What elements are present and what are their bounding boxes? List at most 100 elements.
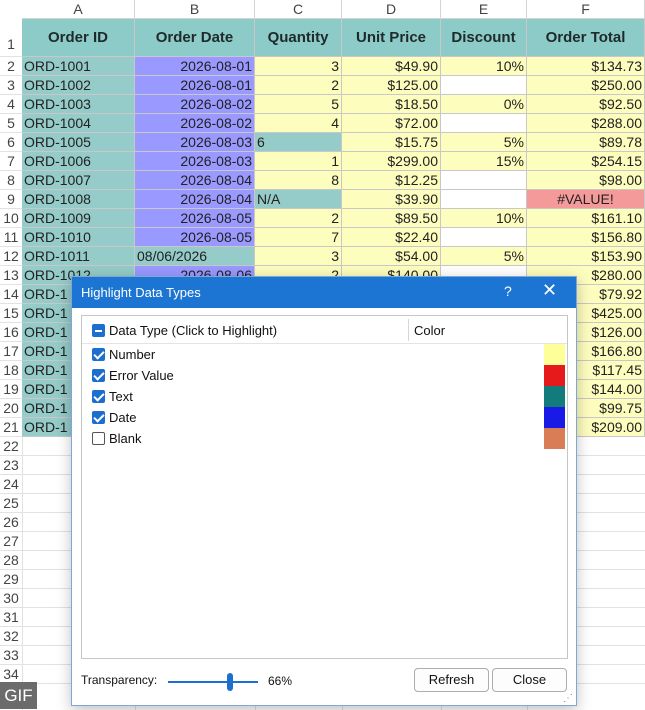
header-cell-f[interactable]: Order Total [527,19,645,57]
column-header-c[interactable]: C [255,0,342,19]
cell-f5[interactable]: $288.00 [527,114,645,133]
header-cell-a[interactable]: Order ID [22,19,135,57]
cell-e9[interactable] [441,190,527,209]
cell-a7[interactable]: ORD-1006 [22,152,135,171]
row-header-5[interactable]: 5 [0,114,22,133]
header-cell-b[interactable]: Order Date [135,19,255,57]
cell-f12[interactable]: $153.90 [527,247,645,266]
row-header-24[interactable]: 24 [0,475,22,494]
data-type-label[interactable]: Number [109,347,155,362]
cell-c3[interactable]: 2 [255,76,342,95]
row-header-23[interactable]: 23 [0,456,22,475]
cell-d12[interactable]: $54.00 [342,247,441,266]
cell-d5[interactable]: $72.00 [342,114,441,133]
row-header-7[interactable]: 7 [0,152,22,171]
row-header-4[interactable]: 4 [0,95,22,114]
transparency-slider-thumb[interactable] [227,673,234,691]
cell-b2[interactable]: 2026-08-01 [135,57,255,76]
row-header-21[interactable]: 21 [0,418,22,437]
cell-e6[interactable]: 5% [441,133,527,152]
data-type-label[interactable]: Error Value [109,368,174,383]
cell-c8[interactable]: 8 [255,171,342,190]
row-header-30[interactable]: 30 [0,589,22,608]
cell-a11[interactable]: ORD-1010 [22,228,135,247]
cell-f2[interactable]: $134.73 [527,57,645,76]
cell-a5[interactable]: ORD-1004 [22,114,135,133]
cell-c4[interactable]: 5 [255,95,342,114]
row-header-14[interactable]: 14 [0,285,22,304]
cell-f7[interactable]: $254.15 [527,152,645,171]
data-type-checkbox[interactable] [92,411,105,424]
data-type-item[interactable]: Text [82,386,567,407]
cell-e3[interactable] [441,76,527,95]
row-header-31[interactable]: 31 [0,608,22,627]
cell-a9[interactable]: ORD-1008 [22,190,135,209]
header-cell-e[interactable]: Discount [441,19,527,57]
row-header-13[interactable]: 13 [0,266,22,285]
cell-a10[interactable]: ORD-1009 [22,209,135,228]
cell-a2[interactable]: ORD-1001 [22,57,135,76]
cell-f8[interactable]: $98.00 [527,171,645,190]
cell-e4[interactable]: 0% [441,95,527,114]
cell-b9[interactable]: 2026-08-04 [135,190,255,209]
cell-d4[interactable]: $18.50 [342,95,441,114]
cell-b5[interactable]: 2026-08-02 [135,114,255,133]
data-type-item[interactable]: Blank [82,428,567,449]
data-type-checkbox[interactable] [92,432,105,445]
cell-d8[interactable]: $12.25 [342,171,441,190]
column-header-e[interactable]: E [441,0,527,19]
column-header-a[interactable]: A [22,0,135,19]
cell-e7[interactable]: 15% [441,152,527,171]
data-type-label[interactable]: Blank [109,431,142,446]
cell-c9[interactable]: N/A [255,190,342,209]
column-header-b[interactable]: B [135,0,255,19]
row-header-27[interactable]: 27 [0,532,22,551]
data-type-checkbox[interactable] [92,369,105,382]
row-header-26[interactable]: 26 [0,513,22,532]
row-header-18[interactable]: 18 [0,361,22,380]
cell-a4[interactable]: ORD-1003 [22,95,135,114]
resize-grip-icon[interactable]: ⋰ [563,693,573,704]
color-swatch[interactable] [544,386,565,407]
row-header-20[interactable]: 20 [0,399,22,418]
cell-e12[interactable]: 5% [441,247,527,266]
column-header-d[interactable]: D [342,0,441,19]
cell-d7[interactable]: $299.00 [342,152,441,171]
cell-c10[interactable]: 2 [255,209,342,228]
row-header-1[interactable]: 1 [0,19,22,57]
row-header-16[interactable]: 16 [0,323,22,342]
row-header-10[interactable]: 10 [0,209,22,228]
row-header-9[interactable]: 9 [0,190,22,209]
data-type-checkbox[interactable] [92,348,105,361]
row-header-33[interactable]: 33 [0,646,22,665]
cell-b4[interactable]: 2026-08-02 [135,95,255,114]
cell-a6[interactable]: ORD-1005 [22,133,135,152]
cell-d2[interactable]: $49.90 [342,57,441,76]
cell-c6[interactable]: 6 [255,133,342,152]
row-header-6[interactable]: 6 [0,133,22,152]
cell-f11[interactable]: $156.80 [527,228,645,247]
row-header-15[interactable]: 15 [0,304,22,323]
data-type-column-header[interactable]: Data Type (Click to Highlight) [109,323,277,338]
cell-e8[interactable] [441,171,527,190]
data-type-label[interactable]: Text [109,389,133,404]
row-header-28[interactable]: 28 [0,551,22,570]
header-cell-c[interactable]: Quantity [255,19,342,57]
cell-c5[interactable]: 4 [255,114,342,133]
cell-f6[interactable]: $89.78 [527,133,645,152]
cell-f3[interactable]: $250.00 [527,76,645,95]
cell-b11[interactable]: 2026-08-05 [135,228,255,247]
cell-f4[interactable]: $92.50 [527,95,645,114]
cell-d11[interactable]: $22.40 [342,228,441,247]
cell-d3[interactable]: $125.00 [342,76,441,95]
cell-e5[interactable] [441,114,527,133]
close-button[interactable]: Close [492,668,567,692]
row-header-29[interactable]: 29 [0,570,22,589]
cell-e2[interactable]: 10% [441,57,527,76]
cell-b12[interactable]: 08/06/2026 [135,247,255,266]
cell-c2[interactable]: 3 [255,57,342,76]
cell-e11[interactable] [441,228,527,247]
row-header-19[interactable]: 19 [0,380,22,399]
cell-d10[interactable]: $89.50 [342,209,441,228]
row-header-11[interactable]: 11 [0,228,22,247]
